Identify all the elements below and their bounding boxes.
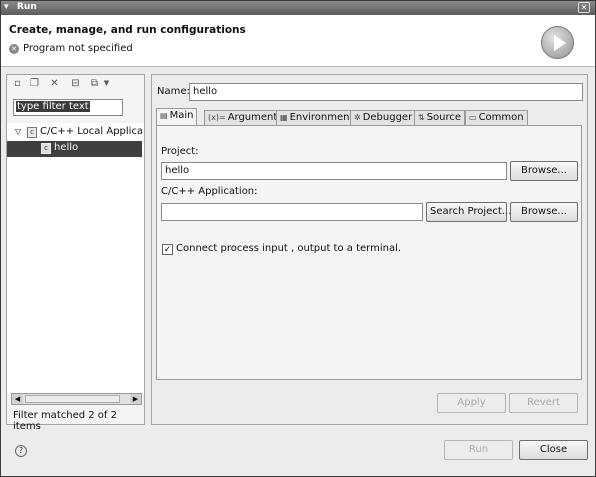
debugger-tab-icon: ✲ [354,113,361,122]
tab-common[interactable]: ▭ Common [465,110,528,125]
close-button[interactable]: Close [519,440,588,460]
c-config-icon: c [27,127,37,138]
tree-item-label: hello [54,142,79,153]
error-icon: ✕ [9,44,19,54]
tab-main[interactable]: ▤ Main [156,108,198,125]
name-field[interactable]: hello [189,83,583,101]
window-title: Run [17,2,37,12]
revert-button[interactable]: Revert [509,393,578,413]
tree-item-hello[interactable]: c hello [7,141,142,157]
project-browse-button[interactable]: Browse... [510,161,578,181]
environment-tab-icon: ▦ [280,113,288,122]
tab-environment[interactable]: ▦ Environment [276,110,358,125]
config-tree: ▽ c C/C++ Local Applicatic c hello [7,123,144,393]
tab-source[interactable]: ⇅ Source [414,110,466,125]
scroll-left-icon[interactable]: ◀ [12,394,23,404]
run-icon [541,26,574,59]
run-dialog: ▾ Run ✕ Create, manage, and run configur… [0,0,596,477]
c-config-icon: c [41,143,51,154]
filter-icon[interactable]: ⧉ [89,78,100,89]
header-status: Program not specified [23,43,133,54]
scroll-right-icon[interactable]: ▶ [130,394,141,404]
config-editor-panel: Name: hello ▤ Main (x)= Arguments ▦ Environ… [151,74,588,425]
common-tab-icon: ▭ [469,113,477,122]
horizontal-scrollbar[interactable]: ◀ ▶ [11,393,142,405]
filter-status: Filter matched 2 of 2 items [13,410,117,432]
delete-icon[interactable]: ✕ [49,78,60,89]
window-menu-icon[interactable]: ▾ [4,2,9,12]
c-application-label: C/C++ Application: [161,186,258,197]
duplicate-icon[interactable]: ❐ [29,78,40,89]
main-tab-icon: ▤ [160,111,168,120]
title-bar: ▾ Run ✕ [1,1,595,15]
arguments-tab-icon: (x)= [208,113,226,122]
filter-input[interactable]: type filter text [13,99,123,116]
filter-dropdown-icon[interactable]: ▼ [101,78,112,89]
expand-icon[interactable]: ▽ [15,127,21,136]
config-list-panel: ▫ ❐ ✕ ⊟ ⧉ ▼ type filter text ▽ c C/C++ L… [6,74,145,432]
config-toolbar: ▫ ❐ ✕ ⊟ ⧉ ▼ [7,75,144,93]
project-field[interactable]: hello [161,162,507,180]
tab-debugger[interactable]: ✲ Debugger [350,110,417,125]
config-tabs: ▤ Main (x)= Arguments ▦ Environment ✲ Debugg… [156,108,584,125]
close-window-button[interactable]: ✕ [578,2,590,13]
scroll-thumb[interactable] [25,395,120,403]
source-tab-icon: ⇅ [418,113,425,122]
tree-item-label: C/C++ Local Applicatic [40,126,142,137]
tab-arguments[interactable]: (x)= Arguments [204,110,287,125]
collapse-all-icon[interactable]: ⊟ [70,78,81,89]
header-title: Create, manage, and run configurations [9,24,246,36]
connect-terminal-checkbox[interactable]: ✓ [162,244,173,255]
new-config-icon[interactable]: ▫ [12,78,23,89]
search-project-button[interactable]: Search Project... [426,202,511,222]
connect-terminal-label: Connect process input , output to a term… [176,243,402,254]
main-tab-content: Project: hello Browse... C/C++ Applicati… [156,125,582,380]
project-label: Project: [161,146,199,157]
c-application-field[interactable] [161,203,423,221]
run-button[interactable]: Run [444,440,513,460]
dialog-header: Create, manage, and run configurations ✕… [1,15,595,67]
name-label: Name: [157,86,190,97]
tree-item-c-local-app[interactable]: ▽ c C/C++ Local Applicatic [7,125,142,141]
help-icon[interactable]: ? [15,445,27,457]
apply-button[interactable]: Apply [437,393,506,413]
application-browse-button[interactable]: Browse... [510,202,578,222]
